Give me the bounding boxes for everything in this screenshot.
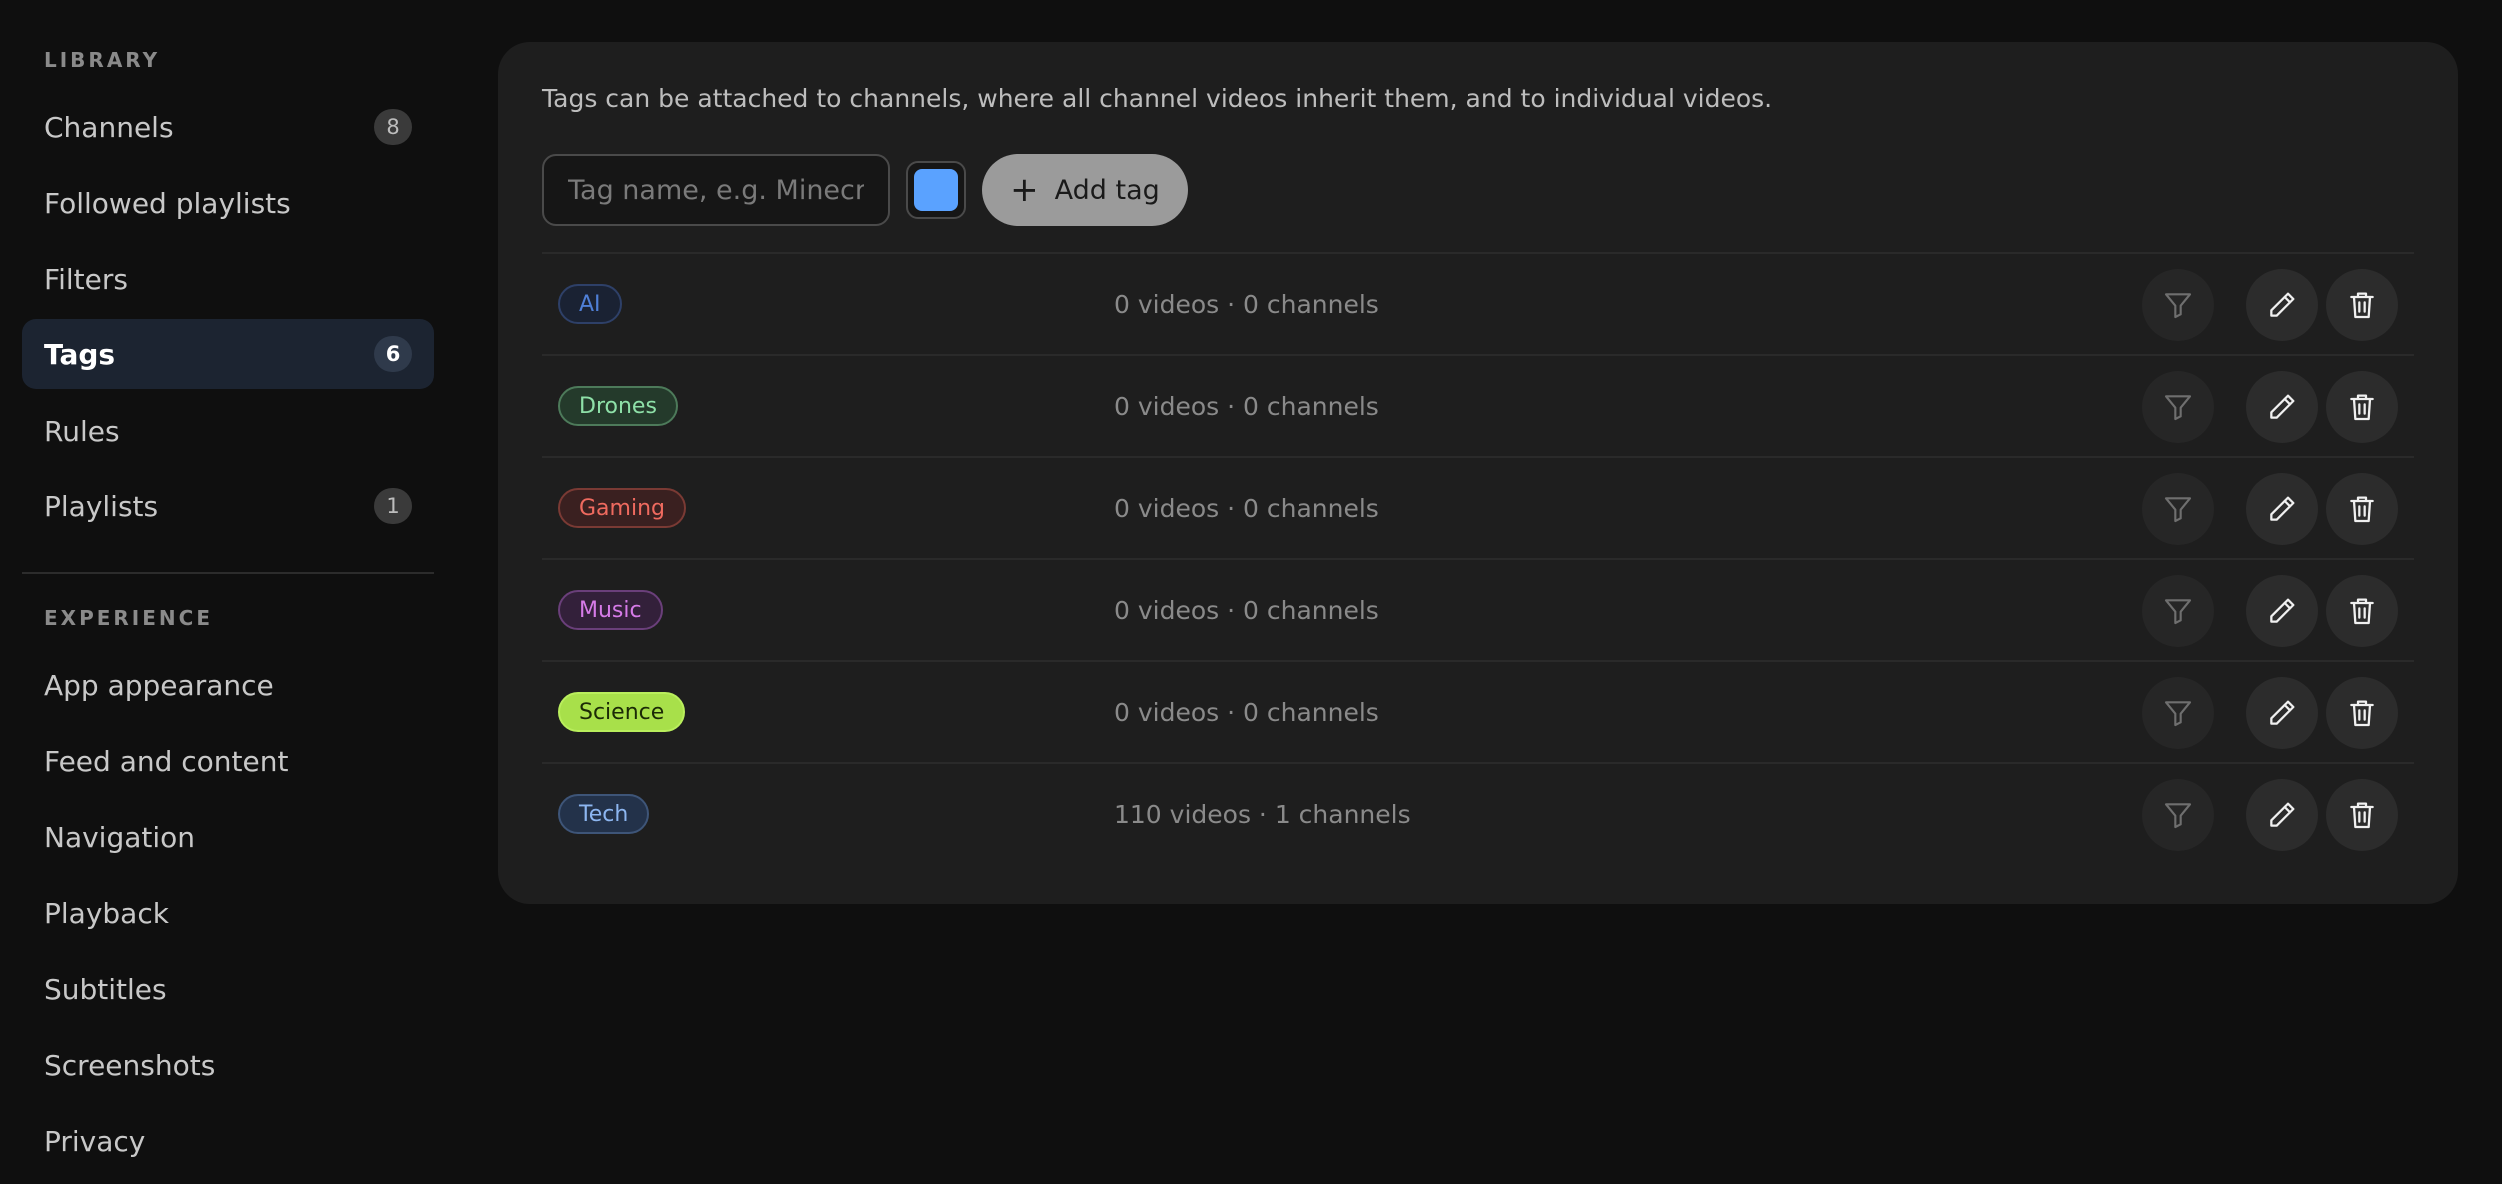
- tag-row: AI 0 videos · 0 channels: [542, 252, 2414, 354]
- filter-icon: [2164, 701, 2192, 727]
- tag-pill: Drones: [558, 386, 678, 426]
- sidebar: LIBRARY Channels 8 Followed playlists Fi…: [0, 0, 456, 1184]
- filter-button[interactable]: [2142, 269, 2214, 341]
- delete-tag-button[interactable]: [2326, 677, 2398, 749]
- sidebar-item-feed-and-content[interactable]: Feed and content: [22, 726, 434, 796]
- sidebar-item-tags[interactable]: Tags 6: [22, 319, 434, 389]
- count-badge: 1: [374, 488, 412, 524]
- count-badge: 8: [374, 109, 412, 145]
- filter-icon: [2164, 497, 2192, 523]
- pencil-icon: [2270, 802, 2295, 827]
- filter-icon: [2164, 293, 2192, 319]
- tag-stats: 0 videos · 0 channels: [1114, 697, 1379, 727]
- delete-tag-button[interactable]: [2326, 779, 2398, 851]
- pencil-icon: [2270, 496, 2295, 521]
- pencil-icon: [2270, 292, 2295, 317]
- tag-pill: Music: [558, 590, 663, 630]
- sidebar-item-filters[interactable]: Filters: [22, 244, 434, 314]
- pencil-icon: [2270, 700, 2295, 725]
- app: LIBRARY Channels 8 Followed playlists Fi…: [0, 0, 2502, 1184]
- delete-tag-button[interactable]: [2326, 269, 2398, 341]
- library-section-label: LIBRARY: [44, 48, 161, 72]
- sidebar-item-label: Tags: [44, 337, 116, 371]
- filter-icon: [2164, 599, 2192, 625]
- trash-icon: [2350, 598, 2374, 625]
- sidebar-item-label: Playlists: [44, 489, 159, 523]
- filter-button[interactable]: [2142, 575, 2214, 647]
- tag-stats: 0 videos · 0 channels: [1114, 493, 1379, 523]
- edit-tag-button[interactable]: [2246, 779, 2318, 851]
- tag-row: Music 0 videos · 0 channels: [542, 558, 2414, 660]
- add-tag-button[interactable]: + Add tag: [982, 154, 1188, 226]
- filter-button[interactable]: [2142, 779, 2214, 851]
- plus-icon: +: [1010, 170, 1039, 210]
- sidebar-item-label: Channels: [44, 110, 174, 144]
- edit-tag-button[interactable]: [2246, 677, 2318, 749]
- trash-icon: [2350, 496, 2374, 523]
- sidebar-item-subtitles[interactable]: Subtitles: [22, 954, 434, 1024]
- sidebar-item-navigation[interactable]: Navigation: [22, 802, 434, 872]
- sidebar-item-label: Feed and content: [44, 744, 289, 778]
- trash-icon: [2350, 394, 2374, 421]
- sidebar-item-label: Rules: [44, 414, 120, 448]
- edit-tag-button[interactable]: [2246, 575, 2318, 647]
- color-swatch: [914, 169, 958, 211]
- tag-stats: 0 videos · 0 channels: [1114, 289, 1379, 319]
- filter-icon: [2164, 395, 2192, 421]
- tag-stats: 0 videos · 0 channels: [1114, 595, 1379, 625]
- filter-button[interactable]: [2142, 677, 2214, 749]
- sidebar-item-playback[interactable]: Playback: [22, 878, 434, 948]
- tag-pill: Science: [558, 692, 686, 732]
- count-badge: 6: [374, 336, 412, 372]
- pencil-icon: [2270, 598, 2295, 623]
- tag-list: AI 0 videos · 0 channels Drones 0 videos…: [542, 252, 2414, 864]
- edit-tag-button[interactable]: [2246, 473, 2318, 545]
- sidebar-item-channels[interactable]: Channels 8: [22, 92, 434, 162]
- trash-icon: [2350, 292, 2374, 319]
- sidebar-item-label: Navigation: [44, 820, 196, 854]
- sidebar-item-playlists[interactable]: Playlists 1: [22, 471, 434, 541]
- tag-row: Gaming 0 videos · 0 channels: [542, 456, 2414, 558]
- sidebar-item-label: Filters: [44, 262, 128, 296]
- sidebar-item-app-appearance[interactable]: App appearance: [22, 650, 434, 720]
- filter-button[interactable]: [2142, 473, 2214, 545]
- sidebar-item-label: Followed playlists: [44, 186, 291, 220]
- sidebar-divider: [22, 572, 434, 574]
- tag-row: Science 0 videos · 0 channels: [542, 660, 2414, 762]
- edit-tag-button[interactable]: [2246, 269, 2318, 341]
- tag-pill: AI: [558, 284, 622, 324]
- sidebar-item-label: Subtitles: [44, 972, 167, 1006]
- pencil-icon: [2270, 394, 2295, 419]
- sidebar-item-screenshots[interactable]: Screenshots: [22, 1030, 434, 1100]
- sidebar-item-label: Privacy: [44, 1124, 146, 1158]
- tag-pill: Tech: [558, 794, 650, 834]
- sidebar-item-label: App appearance: [44, 668, 274, 702]
- trash-icon: [2350, 700, 2374, 727]
- tag-stats: 110 videos · 1 channels: [1114, 799, 1411, 829]
- delete-tag-button[interactable]: [2326, 473, 2398, 545]
- tag-row: Drones 0 videos · 0 channels: [542, 354, 2414, 456]
- sidebar-item-privacy[interactable]: Privacy: [22, 1106, 434, 1176]
- trash-icon: [2350, 802, 2374, 829]
- filter-button[interactable]: [2142, 371, 2214, 443]
- tag-color-picker[interactable]: [906, 161, 966, 219]
- tags-panel: Tags can be attached to channels, where …: [498, 42, 2458, 904]
- sidebar-item-rules[interactable]: Rules: [22, 396, 434, 466]
- tag-row: Tech 110 videos · 1 channels: [542, 762, 2414, 864]
- tag-stats: 0 videos · 0 channels: [1114, 391, 1379, 421]
- tags-description: Tags can be attached to channels, where …: [542, 84, 1773, 113]
- tag-pill: Gaming: [558, 488, 686, 528]
- sidebar-item-followed-playlists[interactable]: Followed playlists: [22, 168, 434, 238]
- edit-tag-button[interactable]: [2246, 371, 2318, 443]
- delete-tag-button[interactable]: [2326, 371, 2398, 443]
- experience-section-label: EXPERIENCE: [44, 606, 213, 630]
- tag-name-input[interactable]: [542, 154, 890, 226]
- add-tag-label: Add tag: [1054, 174, 1160, 206]
- delete-tag-button[interactable]: [2326, 575, 2398, 647]
- sidebar-item-label: Screenshots: [44, 1048, 216, 1082]
- filter-icon: [2164, 803, 2192, 829]
- sidebar-item-label: Playback: [44, 896, 169, 930]
